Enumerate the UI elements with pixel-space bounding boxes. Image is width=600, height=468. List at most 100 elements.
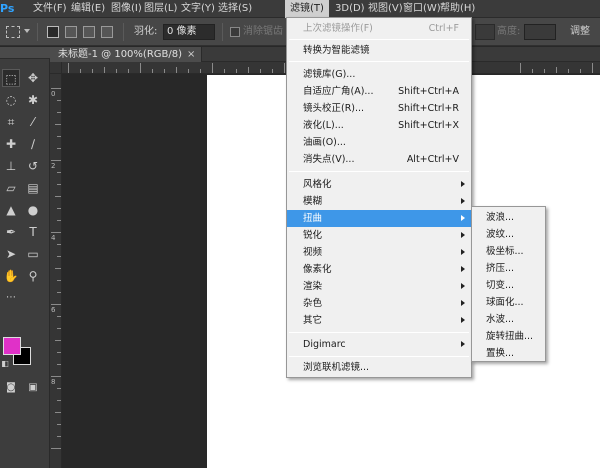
menu-item-lens-correction[interactable]: 镜头校正(R)... Shift+Ctrl+R — [287, 100, 471, 117]
ruler-number: 2 — [51, 162, 56, 170]
menu-item-browse-online[interactable]: 浏览联机滤镜... — [287, 359, 471, 376]
menu-item-label: 镜头校正(R)... — [303, 103, 365, 114]
default-colors-icon[interactable]: ◧ — [0, 355, 10, 373]
zoom-icon[interactable]: ⚲ — [24, 267, 42, 285]
intersect-selection-icon[interactable] — [101, 26, 113, 38]
menu-item-noise[interactable]: 杂色 — [287, 295, 471, 312]
menu-item-render[interactable]: 渲染 — [287, 278, 471, 295]
hand-icon[interactable]: ✋ — [2, 267, 20, 285]
menu-item-vanishing-point[interactable]: 消失点(V)... Alt+Ctrl+V — [287, 151, 471, 168]
menu-filter[interactable]: 滤镜(T) — [285, 0, 329, 18]
crop-icon[interactable]: ⌗ — [2, 113, 20, 131]
submenu-item-ripple[interactable]: 波纹... — [472, 226, 545, 243]
brush-icon[interactable]: ∕ — [24, 135, 42, 153]
lasso-icon[interactable]: ◌ — [2, 91, 20, 109]
menu-item-shortcut: Shift+Ctrl+R — [397, 103, 459, 114]
eyedropper-icon[interactable]: ⁄ — [24, 113, 42, 131]
new-selection-icon[interactable] — [47, 26, 59, 38]
screen-mode-icon[interactable]: ▣ — [24, 379, 42, 397]
submenu-arrow-icon — [461, 198, 465, 204]
toolbox-header — [0, 47, 50, 59]
antialias-checkbox[interactable] — [230, 27, 240, 37]
menu-item-pixelate[interactable]: 像素化 — [287, 261, 471, 278]
menu-item-label: Digimarc — [303, 339, 346, 350]
refine-edge-button[interactable]: 调整 — [570, 18, 590, 46]
quick-mask-icon[interactable]: ◙ — [2, 379, 20, 397]
menu-item-label: 油画(O)... — [303, 137, 346, 148]
more-tools-icon[interactable]: ⋯ — [2, 289, 20, 307]
menu-item-adaptive-wide-angle[interactable]: 自适应广角(A)... Shift+Ctrl+A — [287, 83, 471, 100]
menu-item-label: 自适应广角(A)... — [303, 86, 374, 97]
menu-separator — [289, 356, 469, 357]
menu-item-digimarc[interactable]: Digimarc — [287, 336, 471, 353]
dodge-icon[interactable]: ● — [24, 201, 42, 219]
menu-item-liquify[interactable]: 液化(L)... Shift+Ctrl+X — [287, 117, 471, 134]
submenu-arrow-icon — [461, 300, 465, 306]
menu-item-distort[interactable]: 扭曲 — [287, 210, 471, 227]
menu-select[interactable]: 选择(S) — [213, 0, 257, 18]
eraser-icon[interactable]: ▱ — [2, 179, 20, 197]
menu-item-label: 水波... — [486, 314, 515, 325]
submenu-item-zigzag[interactable]: 水波... — [472, 311, 545, 328]
toolbox: ⬚ ✥ ◌ ✱ ⌗ ⁄ ✚ ∕ ⊥ ↺ ▱ ▤ ▲ ● ✒ T ➤ ▭ ✋ ⚲ … — [0, 47, 50, 468]
menu-separator — [289, 171, 469, 172]
quick-select-icon[interactable]: ✱ — [24, 91, 42, 109]
submenu-item-shear[interactable]: 切变... — [472, 277, 545, 294]
shape-icon[interactable]: ▭ — [24, 245, 42, 263]
menu-item-label: 球面化... — [486, 297, 524, 308]
submenu-item-polar-coordinates[interactable]: 极坐标... — [472, 243, 545, 260]
menu-item-last-filter: 上次滤镜操作(F) Ctrl+F — [287, 20, 471, 37]
menu-item-label: 浏览联机滤镜... — [303, 362, 370, 373]
menu-item-other[interactable]: 其它 — [287, 312, 471, 329]
submenu-arrow-icon — [461, 249, 465, 255]
menu-item-sharpen[interactable]: 锐化 — [287, 227, 471, 244]
submenu-item-spherize[interactable]: 球面化... — [472, 294, 545, 311]
marquee-icon[interactable] — [6, 26, 20, 38]
vertical-ruler: 0 2 4 6 8 — [50, 74, 62, 468]
document-tab[interactable]: 未标题-1 @ 100%(RGB/8) × — [50, 47, 203, 62]
menu-edit[interactable]: 编辑(E) — [66, 0, 110, 18]
ruler-corner — [50, 62, 62, 74]
rect-marquee-icon[interactable]: ⬚ — [2, 69, 20, 87]
submenu-item-twirl[interactable]: 旋转扭曲... — [472, 328, 545, 345]
chevron-down-icon[interactable] — [24, 29, 30, 33]
path-select-icon[interactable]: ➤ — [2, 245, 20, 263]
menu-item-label: 扭曲 — [303, 213, 323, 224]
history-brush-icon[interactable]: ↺ — [24, 157, 42, 175]
menu-item-label: 挤压... — [486, 263, 515, 274]
menu-item-stylize[interactable]: 风格化 — [287, 176, 471, 193]
foreground-color-swatch[interactable] — [3, 337, 21, 355]
feather-input[interactable]: 0 像素 — [163, 24, 215, 40]
close-icon[interactable]: × — [187, 49, 195, 60]
clone-stamp-icon[interactable]: ⊥ — [2, 157, 20, 175]
height-input[interactable] — [524, 24, 556, 40]
style-dropdown[interactable] — [475, 24, 495, 40]
menu-item-shortcut: Alt+Ctrl+V — [406, 154, 459, 165]
ruler-number: 8 — [51, 378, 56, 386]
submenu-item-displace[interactable]: 置换... — [472, 345, 545, 362]
menu-item-label: 转换为智能滤镜 — [303, 45, 370, 56]
type-icon[interactable]: T — [24, 223, 42, 241]
menu-item-filter-gallery[interactable]: 滤镜库(G)... — [287, 66, 471, 83]
add-to-selection-icon[interactable] — [65, 26, 77, 38]
ruler-number: 6 — [51, 306, 56, 314]
menu-item-label: 锐化 — [303, 230, 323, 241]
menu-item-blur[interactable]: 模糊 — [287, 193, 471, 210]
subtract-selection-icon[interactable] — [83, 26, 95, 38]
menu-item-label: 像素化 — [303, 264, 332, 275]
move-icon[interactable]: ✥ — [24, 69, 42, 87]
height-label: 高度: — [497, 26, 521, 37]
menu-item-video[interactable]: 视频 — [287, 244, 471, 261]
submenu-item-wave[interactable]: 波浪... — [472, 209, 545, 226]
menu-item-smart-filter[interactable]: 转换为智能滤镜 — [287, 42, 471, 59]
blur-icon[interactable]: ▲ — [2, 201, 20, 219]
menu-item-label: 切变... — [486, 280, 515, 291]
gradient-icon[interactable]: ▤ — [24, 179, 42, 197]
menu-separator — [289, 61, 469, 62]
pen-icon[interactable]: ✒ — [2, 223, 20, 241]
healing-icon[interactable]: ✚ — [2, 135, 20, 153]
menu-item-oil-paint[interactable]: 油画(O)... — [287, 134, 471, 151]
menu-item-label: 其它 — [303, 315, 323, 326]
submenu-item-pinch[interactable]: 挤压... — [472, 260, 545, 277]
menu-help[interactable]: 帮助(H) — [435, 0, 480, 18]
